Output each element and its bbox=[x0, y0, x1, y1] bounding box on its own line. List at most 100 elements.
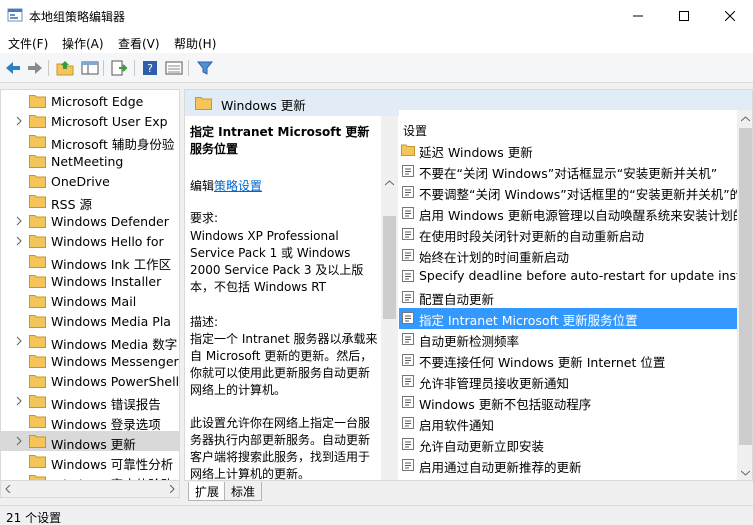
export-list-icon bbox=[111, 60, 128, 76]
folder-icon bbox=[29, 335, 46, 348]
back-button[interactable] bbox=[3, 59, 23, 77]
requirements-text: Windows XP Professional Service Pack 1 或… bbox=[190, 229, 364, 294]
chevron-right-icon[interactable] bbox=[14, 216, 24, 226]
forward-button[interactable] bbox=[25, 59, 45, 77]
policy-setting-row[interactable]: 在使用时段关闭针对更新的自动重新启动 bbox=[399, 224, 739, 245]
menu-file[interactable]: 文件(F) bbox=[8, 35, 48, 52]
policy-setting-row[interactable]: 不要调整“关闭 Windows”对话框里的“安装更新并关机”的默认 bbox=[399, 182, 752, 203]
chevron-right-icon[interactable] bbox=[14, 336, 24, 346]
description-scrollbar[interactable] bbox=[381, 116, 398, 480]
scroll-up-icon[interactable] bbox=[741, 116, 750, 122]
view-tabs: 扩展 标准 bbox=[184, 482, 753, 501]
tree-item[interactable]: Windows PowerShell bbox=[1, 371, 179, 391]
list-folder-item[interactable]: 延迟 Windows 更新 bbox=[399, 140, 739, 161]
folder-icon bbox=[29, 155, 46, 168]
policy-setting-icon bbox=[402, 207, 414, 219]
tree-item-label: Windows Hello for bbox=[51, 234, 164, 249]
tree-item-label: Windows Mail bbox=[51, 294, 137, 309]
show-hide-tree-button[interactable] bbox=[80, 59, 100, 77]
policy-setting-row[interactable]: 启用通过自动更新推荐的更新 bbox=[399, 455, 739, 476]
scroll-thumb[interactable] bbox=[739, 128, 752, 445]
close-icon bbox=[725, 10, 735, 21]
scroll-right-icon[interactable] bbox=[168, 485, 176, 493]
edit-policy-link[interactable]: 策略设置 bbox=[214, 179, 262, 193]
policy-setting-row[interactable]: 不要连接任何 Windows 更新 Internet 位置 bbox=[399, 350, 739, 371]
policy-setting-row[interactable]: 配置自动更新 bbox=[399, 287, 739, 308]
tree-item[interactable]: Windows Media Pla bbox=[1, 311, 179, 331]
tree-item-label: Microsoft User Exp bbox=[51, 114, 168, 129]
menu-action[interactable]: 操作(A) bbox=[62, 35, 104, 52]
policy-setting-row[interactable]: Windows 更新不包括驱动程序 bbox=[399, 392, 739, 413]
policy-setting-row[interactable]: 始终在计划的时间重新启动 bbox=[399, 245, 739, 266]
edit-prefix: 编辑 bbox=[190, 179, 215, 193]
scroll-down-icon[interactable] bbox=[741, 470, 750, 476]
policy-setting-icon bbox=[402, 354, 414, 366]
tree-item-label: Microsoft Edge bbox=[51, 94, 144, 109]
policy-setting-label: 不要连接任何 Windows 更新 Internet 位置 bbox=[419, 355, 666, 370]
chevron-right-icon[interactable] bbox=[14, 116, 24, 126]
policy-setting-row[interactable]: 指定 Intranet Microsoft 更新服务位置 bbox=[399, 308, 739, 329]
policy-setting-label: 不要调整“关闭 Windows”对话框里的“安装更新并关机”的默认 bbox=[419, 187, 753, 202]
tree-item[interactable]: Windows Messenger bbox=[1, 351, 179, 371]
view-button[interactable] bbox=[164, 59, 184, 77]
up-folder-button[interactable] bbox=[55, 59, 75, 77]
chevron-right-icon[interactable] bbox=[14, 436, 24, 446]
view-icon bbox=[165, 61, 183, 75]
policy-setting-icon bbox=[402, 291, 414, 303]
policy-setting-row[interactable]: Specify deadline before auto-restart for… bbox=[399, 266, 749, 287]
scroll-thumb[interactable] bbox=[383, 216, 396, 319]
policy-setting-icon bbox=[402, 459, 414, 471]
tree-item[interactable]: Microsoft User Exp bbox=[1, 111, 179, 131]
tree-item[interactable]: Windows Media 数字 bbox=[1, 331, 179, 352]
policy-setting-row[interactable]: 自动更新检测频率 bbox=[399, 329, 739, 350]
tree-item[interactable]: Windows 更新 bbox=[1, 431, 179, 452]
filter-button[interactable] bbox=[195, 59, 215, 77]
tree-horizontal-scrollbar[interactable] bbox=[0, 481, 180, 498]
policy-setting-label: 不要在“关闭 Windows”对话框显示“安装更新并关机” bbox=[419, 166, 718, 181]
tree-item[interactable]: Windows Defender bbox=[1, 211, 179, 231]
folder-icon bbox=[29, 175, 46, 188]
export-list-button[interactable] bbox=[109, 59, 129, 77]
tab-standard[interactable]: 标准 bbox=[224, 482, 263, 501]
policy-setting-label: Specify deadline before auto-restart for… bbox=[419, 268, 749, 283]
menu-help[interactable]: 帮助(H) bbox=[174, 35, 216, 52]
tree-item[interactable]: RSS 源 bbox=[1, 191, 179, 212]
tree-item[interactable]: Windows 可靠性分析 bbox=[1, 451, 179, 472]
policy-setting-row[interactable]: 不要在“关闭 Windows”对话框显示“安装更新并关机” bbox=[399, 161, 739, 182]
tree-item[interactable]: Windows Hello for bbox=[1, 231, 179, 251]
settings-column-header[interactable]: 设置 bbox=[403, 122, 427, 139]
policy-setting-icon bbox=[402, 312, 414, 324]
settings-scrollbar[interactable] bbox=[737, 110, 752, 480]
tree-item[interactable]: Windows 错误报告 bbox=[1, 391, 179, 412]
policy-setting-row[interactable]: 允许自动更新立即安装 bbox=[399, 434, 739, 455]
window-title: 本地组策略编辑器 bbox=[29, 10, 126, 24]
maximize-button[interactable] bbox=[661, 0, 707, 31]
chevron-right-icon[interactable] bbox=[14, 236, 24, 246]
tree-item[interactable]: OneDrive bbox=[1, 171, 179, 191]
policy-setting-row[interactable]: 允许非管理员接收更新通知 bbox=[399, 371, 739, 392]
tree-item[interactable]: Windows 登录选项 bbox=[1, 411, 179, 432]
tree-pane[interactable]: Microsoft Edge Microsoft User Exp Microsof… bbox=[0, 89, 180, 481]
menu-view[interactable]: 查看(V) bbox=[118, 35, 160, 52]
help-button[interactable]: ? bbox=[140, 59, 160, 77]
tree-item[interactable]: Microsoft Edge bbox=[1, 91, 179, 111]
tree-item[interactable]: Windows Installer bbox=[1, 271, 179, 291]
policy-setting-icon bbox=[402, 375, 414, 387]
policy-setting-icon bbox=[402, 438, 414, 450]
chevron-right-icon[interactable] bbox=[14, 396, 24, 406]
right-pane: Windows 更新 指定 Intranet Microsoft 更新服务位置 … bbox=[184, 89, 753, 481]
tree-item[interactable]: NetMeeting bbox=[1, 151, 179, 171]
tab-extended[interactable]: 扩展 bbox=[188, 482, 227, 501]
policy-setting-row[interactable]: 启用 Windows 更新电源管理以自动唤醒系统来安装计划的更新 bbox=[399, 203, 752, 224]
scroll-up-icon[interactable] bbox=[385, 180, 394, 186]
tree-item[interactable]: Microsoft 辅助身份验 bbox=[1, 131, 179, 152]
scroll-left-icon[interactable] bbox=[4, 485, 12, 493]
policy-setting-row[interactable]: 启用软件通知 bbox=[399, 413, 739, 434]
tree-item[interactable]: Windows 客户体验改 bbox=[1, 471, 179, 480]
close-button[interactable] bbox=[707, 0, 753, 31]
tree-item[interactable]: Windows Ink 工作区 bbox=[1, 251, 179, 272]
tree-item-label: Windows Installer bbox=[51, 274, 162, 289]
tree-item[interactable]: Windows Mail bbox=[1, 291, 179, 311]
description-text: 指定一个 Intranet 服务器以承载来自 Microsoft 更新的更新。然… bbox=[190, 332, 378, 397]
minimize-button[interactable] bbox=[615, 0, 661, 31]
